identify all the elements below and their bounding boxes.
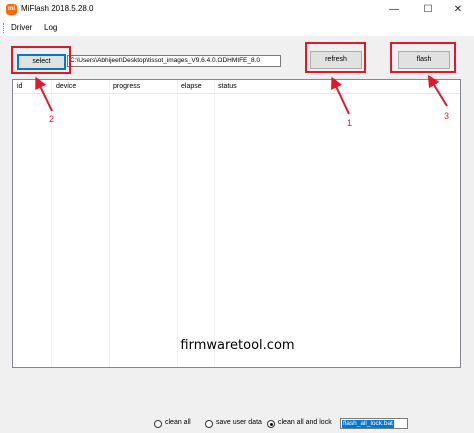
radio-save-user-data[interactable] xyxy=(205,420,213,428)
radio-clean-all-label[interactable]: clean all xyxy=(165,419,191,426)
arrow-to-flash xyxy=(427,74,448,107)
arrow-to-refresh xyxy=(331,76,350,115)
annotation-label-3: 3 xyxy=(444,111,450,121)
radio-clean-all-and-lock-label[interactable]: clean all and lock xyxy=(278,419,332,426)
miflash-window: mi MiFlash 2018.5.28.0 — ☐ ✕ Driver Log … xyxy=(0,0,474,433)
script-selected-value: flash_all_lock.bat xyxy=(342,420,394,428)
radio-save-user-data-label[interactable]: save user data xyxy=(216,419,262,426)
radio-clean-all[interactable] xyxy=(154,420,162,428)
annotation-label-2: 2 xyxy=(49,114,55,124)
script-combobox[interactable]: flash_all_lock.bat xyxy=(340,418,408,429)
arrow-to-select xyxy=(35,76,53,112)
radio-clean-all-and-lock[interactable] xyxy=(267,420,275,428)
annotation-label-1: 1 xyxy=(347,118,353,128)
annotation-arrows xyxy=(35,74,448,115)
